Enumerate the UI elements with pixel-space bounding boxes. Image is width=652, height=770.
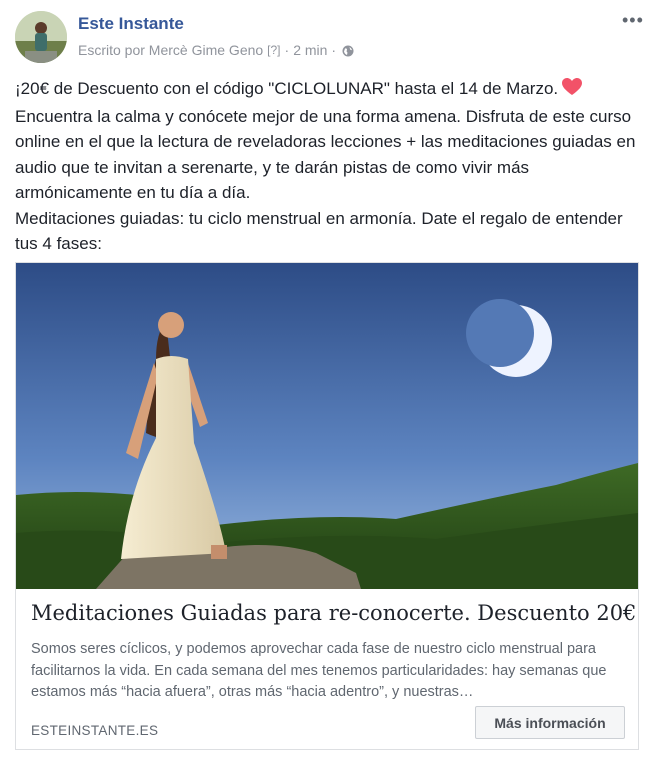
link-preview-card[interactable]: Meditaciones Guiadas para re-conocerte. … — [15, 262, 639, 750]
globe-icon[interactable] — [342, 44, 354, 57]
help-marker[interactable]: [?] — [267, 43, 280, 57]
link-description: Somos seres cíclicos, y podemos aprovech… — [31, 641, 607, 700]
page-avatar[interactable] — [15, 11, 67, 63]
post-text: ¡20€ de Descuento con el código "CICLOLU… — [15, 76, 640, 257]
heart-icon — [562, 78, 583, 104]
more-info-button[interactable]: Más información — [475, 706, 625, 739]
page-name-link[interactable]: Este Instante — [78, 14, 184, 34]
more-options-icon[interactable]: ••• — [622, 10, 644, 30]
meta-separator: · — [284, 42, 290, 58]
post-text-paragraph: Encuentra la calma y conócete mejor de u… — [15, 106, 636, 203]
link-title[interactable]: Meditaciones Guiadas para re-conocerte. … — [31, 601, 636, 625]
post-text-line: ¡20€ de Descuento con el código "CICLOLU… — [15, 76, 640, 104]
written-by-label: Escrito por Mercè Gime Geno — [78, 42, 264, 58]
post-meta: Escrito por Mercè Gime Geno [?] · 2 min … — [78, 42, 354, 58]
link-preview-image[interactable] — [16, 263, 638, 589]
post-timestamp[interactable]: 2 min — [293, 42, 327, 58]
post-text-paragraph: Meditaciones guiadas: tu ciclo menstrual… — [15, 208, 623, 254]
link-domain: ESTEINSTANTE.ES — [31, 723, 159, 738]
meta-separator: · — [331, 42, 337, 58]
facebook-post: Este Instante Escrito por Mercè Gime Gen… — [0, 0, 652, 770]
